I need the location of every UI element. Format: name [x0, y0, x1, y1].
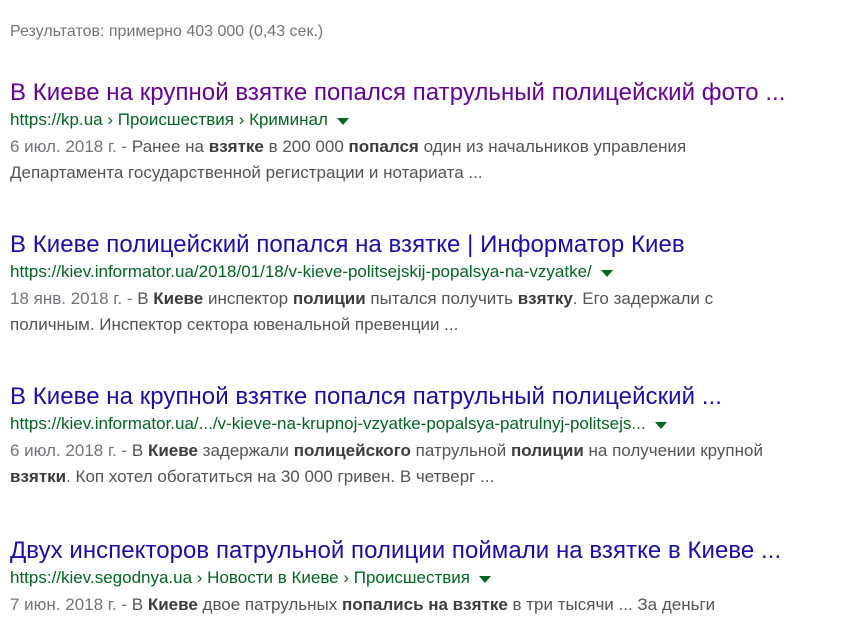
snippet-line: 6 июл. 2018 г. - В Киеве задержали полиц…: [10, 438, 860, 464]
snippet-date: 6 июл. 2018 г. -: [10, 441, 132, 460]
snippet-line: Департамента государственной регистрации…: [10, 160, 860, 186]
snippet-highlight: Киеве: [147, 441, 198, 460]
snippet-text: поличным. Инспектор сектора ювенальной п…: [10, 315, 459, 334]
snippet-text: в три тысячи ... За деньги: [507, 595, 716, 614]
snippet-highlight: попался: [348, 137, 419, 156]
snippet-highlight: полиции: [292, 289, 366, 308]
snippet-date: 6 июл. 2018 г. -: [10, 137, 132, 156]
result-url[interactable]: https://kiev.segodnya.ua › Новости в Кие…: [10, 568, 470, 588]
snippet-line: взятки. Коп хотел обогатиться на 30 000 …: [10, 464, 860, 490]
snippet-text: инспектор: [203, 289, 293, 308]
search-result-1: В Киеве на крупной взятке попался патрул…: [10, 78, 860, 186]
dropdown-arrow-icon[interactable]: [600, 269, 613, 277]
search-result-4: Двух инспекторов патрульной полиции пойм…: [10, 536, 860, 618]
result-url[interactable]: https://kiev.informator.ua/2018/01/18/v-…: [10, 262, 592, 282]
result-url-row: https://kiev.informator.ua/2018/01/18/v-…: [10, 260, 860, 284]
snippet-text: Ранее на: [131, 137, 209, 156]
snippet-text: В: [131, 595, 148, 614]
dropdown-arrow-icon[interactable]: [336, 117, 349, 125]
snippet-text: пытался получить: [365, 289, 518, 308]
snippet-text: Департамента государственной регистрации…: [10, 163, 483, 182]
snippet-text: один из начальников управления: [418, 137, 687, 156]
result-url-row: https://kiev.informator.ua/.../v-kieve-n…: [10, 412, 860, 436]
snippet-line: 18 янв. 2018 г. - В Киеве инспектор поли…: [10, 286, 860, 312]
result-stats: Результатов: примерно 403 000 (0,43 сек.…: [10, 23, 324, 40]
dropdown-arrow-icon[interactable]: [478, 575, 491, 583]
snippet-text: задержали: [197, 441, 294, 460]
snippet-highlight: полицейского: [293, 441, 411, 460]
search-result-2: В Киеве полицейский попался на взятке | …: [10, 230, 860, 338]
snippet-highlight: взятку: [517, 289, 573, 308]
snippet-highlight: взятке: [208, 137, 264, 156]
snippet-date: 7 июн. 2018 г. -: [10, 595, 132, 614]
snippet-line: 6 июл. 2018 г. - Ранее на взятке в 200 0…: [10, 134, 860, 160]
snippet-highlight: Киеве: [147, 595, 198, 614]
snippet-date: 18 янв. 2018 г. -: [10, 289, 138, 308]
snippet-highlight: взятки: [10, 467, 67, 486]
snippet-highlight: Киеве: [153, 289, 204, 308]
result-url[interactable]: https://kp.ua › Происшествия › Криминал: [10, 110, 328, 130]
snippet-text: В: [137, 289, 154, 308]
dropdown-arrow-icon[interactable]: [654, 421, 667, 429]
result-snippet: 6 июл. 2018 г. - Ранее на взятке в 200 0…: [10, 134, 860, 186]
result-title-link[interactable]: Двух инспекторов патрульной полиции пойм…: [10, 536, 860, 566]
snippet-text: патрульной: [410, 441, 511, 460]
snippet-text: . Коп хотел обогатиться на 30 000 гривен…: [66, 467, 495, 486]
result-title-link[interactable]: В Киеве на крупной взятке попался патрул…: [10, 78, 860, 108]
result-title-link[interactable]: В Киеве полицейский попался на взятке | …: [10, 230, 860, 260]
snippet-text: В: [131, 441, 148, 460]
result-title-link[interactable]: В Киеве на крупной взятке попался патрул…: [10, 382, 860, 412]
result-snippet: 18 янв. 2018 г. - В Киеве инспектор поли…: [10, 286, 860, 338]
snippet-highlight: полиции: [510, 441, 584, 460]
snippet-line: поличным. Инспектор сектора ювенальной п…: [10, 312, 860, 338]
result-url-row: https://kp.ua › Происшествия › Криминал: [10, 108, 860, 132]
result-snippet: 7 июн. 2018 г. - В Киеве двое патрульных…: [10, 592, 860, 618]
snippet-line: 7 июн. 2018 г. - В Киеве двое патрульных…: [10, 592, 860, 618]
result-url[interactable]: https://kiev.informator.ua/.../v-kieve-n…: [10, 414, 646, 434]
search-result-3: В Киеве на крупной взятке попался патрул…: [10, 382, 860, 490]
result-snippet: 6 июл. 2018 г. - В Киеве задержали полиц…: [10, 438, 860, 490]
snippet-highlight: попались на взятке: [341, 595, 508, 614]
snippet-text: в 200 000: [263, 137, 349, 156]
snippet-text: двое патрульных: [197, 595, 342, 614]
result-url-row: https://kiev.segodnya.ua › Новости в Кие…: [10, 566, 860, 590]
snippet-text: на получении крупной: [583, 441, 763, 460]
snippet-text: . Его задержали с: [572, 289, 714, 308]
